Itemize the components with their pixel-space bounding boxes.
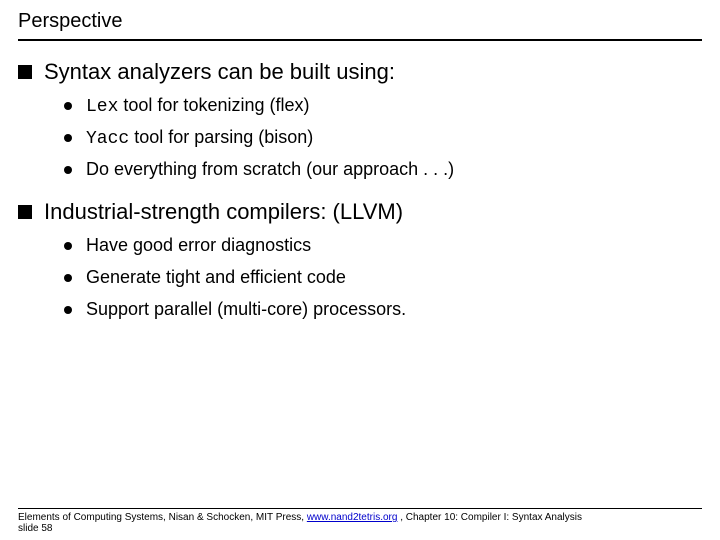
slide-title: Perspective (18, 10, 702, 37)
footer-link[interactable]: www.nand2tetris.org (307, 512, 398, 523)
sub-item-text: Lex tool for tokenizing (flex) (86, 95, 310, 117)
square-bullet-icon (18, 205, 32, 219)
sub-item-text: Support parallel (multi-core) processors… (86, 299, 406, 321)
footer-slide-number: slide 58 (18, 523, 702, 534)
sub-rest: tool for tokenizing (flex) (118, 95, 309, 115)
sub-item: Have good error diagnostics (64, 235, 702, 257)
sub-item: Lex tool for tokenizing (flex) (64, 95, 702, 117)
sub-item-text: Have good error diagnostics (86, 235, 311, 257)
sub-item-text: Do everything from scratch (our approach… (86, 159, 454, 181)
sub-rest: Have good error diagnostics (86, 235, 311, 255)
bullet-1-text: Syntax analyzers can be built using: (44, 59, 395, 85)
dot-bullet-icon (64, 166, 72, 174)
title-divider (18, 39, 702, 41)
sub-item: Generate tight and efficient code (64, 267, 702, 289)
sub-rest: Generate tight and efficient code (86, 267, 346, 287)
footer-line: Elements of Computing Systems, Nisan & S… (18, 512, 702, 523)
sub-rest: Do everything from scratch (our approach… (86, 159, 454, 179)
dot-bullet-icon (64, 102, 72, 110)
footer-divider (18, 508, 702, 509)
dot-bullet-icon (64, 274, 72, 282)
dot-bullet-icon (64, 242, 72, 250)
slide: Perspective Syntax analyzers can be buil… (0, 0, 720, 540)
bullet-2-text: Industrial-strength compilers: (LLVM) (44, 199, 403, 225)
dot-bullet-icon (64, 134, 72, 142)
sub-mono: Yacc (86, 129, 129, 149)
footer-prefix: Elements of Computing Systems, Nisan & S… (18, 512, 307, 523)
sub-item-text: Generate tight and efficient code (86, 267, 346, 289)
sub-item: Support parallel (multi-core) processors… (64, 299, 702, 321)
dot-bullet-icon (64, 306, 72, 314)
sub-mono: Lex (86, 97, 118, 117)
footer: Elements of Computing Systems, Nisan & S… (18, 508, 702, 534)
sub-item: Yacc tool for parsing (bison) (64, 127, 702, 149)
bullet-1-subs: Lex tool for tokenizing (flex) Yacc tool… (64, 95, 702, 181)
bullet-1: Syntax analyzers can be built using: (18, 59, 702, 85)
sub-item-text: Yacc tool for parsing (bison) (86, 127, 313, 149)
sub-rest: Support parallel (multi-core) processors… (86, 299, 406, 319)
sub-item: Do everything from scratch (our approach… (64, 159, 702, 181)
sub-rest: tool for parsing (bison) (129, 127, 313, 147)
bullet-2-subs: Have good error diagnostics Generate tig… (64, 235, 702, 321)
square-bullet-icon (18, 65, 32, 79)
footer-suffix: , Chapter 10: Compiler I: Syntax Analysi… (397, 512, 582, 523)
bullet-2: Industrial-strength compilers: (LLVM) (18, 199, 702, 225)
